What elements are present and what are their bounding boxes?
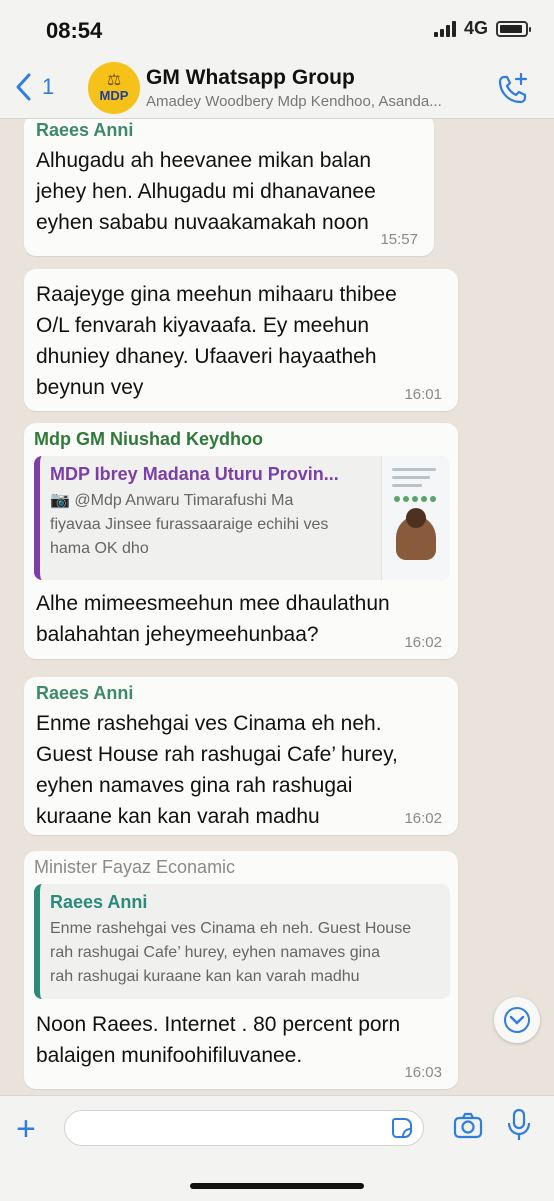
- message-bubble[interactable]: Raees Anni Alhugadu ah heevanee mikan ba…: [24, 119, 434, 256]
- chat-header: 1 ⚖ MDP GM Whatsapp Group Amadey Woodber…: [0, 60, 554, 119]
- microphone-icon[interactable]: [506, 1108, 532, 1142]
- message-line: Raajeyge gina meehun mihaaru thibee: [36, 283, 397, 306]
- quoted-line: rah rashugai kuraane kan kan varah madhu: [50, 968, 360, 985]
- camera-icon[interactable]: [452, 1110, 484, 1142]
- quoted-line: rah rashugai Cafe’ hurey, eyhen namaves …: [50, 944, 380, 961]
- message-sender: Raees Anni: [36, 683, 134, 703]
- quoted-sender: Raees Anni: [50, 892, 148, 912]
- message-line: dhuniey dhaney. Ufaaveri hayaatheh: [36, 345, 377, 368]
- attach-plus-icon[interactable]: +: [16, 1112, 36, 1146]
- chevron-down-icon: [504, 1007, 530, 1033]
- avatar-label: MDP: [99, 88, 129, 103]
- message-text: Alhe mimeesmeehun mee dhaulathun balahah…: [34, 588, 450, 650]
- quoted-line: Enme rashehgai ves Cinama eh neh. Guest …: [50, 920, 412, 937]
- message-line: Noon Raees. Internet . 80 percent porn: [36, 1013, 401, 1036]
- message-time: 15:57: [380, 231, 418, 248]
- unread-count: 1: [42, 74, 55, 99]
- group-title[interactable]: GM Whatsapp Group: [146, 66, 355, 90]
- quoted-sender: MDP Ibrey Madana Uturu Provin...: [50, 464, 339, 484]
- message-line: Guest House rah rashugai Cafe’ hurey,: [36, 743, 398, 766]
- status-time: 08:54: [46, 18, 103, 43]
- home-indicator: [190, 1183, 364, 1189]
- scroll-to-bottom-button[interactable]: [494, 997, 540, 1043]
- message-line: Alhugadu ah heevanee mikan balan: [36, 149, 372, 172]
- group-avatar[interactable]: ⚖ MDP: [88, 62, 140, 114]
- message-time: 16:02: [404, 810, 442, 827]
- message-bubble[interactable]: Mdp GM Niushad Keydhoo MDP Ibrey Madana …: [24, 423, 458, 659]
- quoted-message[interactable]: MDP Ibrey Madana Uturu Provin... 📷 @Mdp …: [34, 456, 450, 580]
- message-line: eyhen namaves gina rah rashugai: [36, 774, 353, 797]
- quoted-line: hama OK dho: [50, 540, 149, 557]
- scales-icon: ⚖: [106, 72, 122, 89]
- sticker-icon[interactable]: [391, 1117, 413, 1139]
- message-input[interactable]: [64, 1110, 424, 1146]
- back-button[interactable]: 1: [14, 72, 54, 102]
- message-time: 16:03: [404, 1064, 442, 1081]
- message-line: kuraane kan kan varah madhu: [36, 805, 320, 828]
- quoted-line: 📷 @Mdp Anwaru Timarafushi Ma: [50, 492, 294, 509]
- message-text: Raajeyge gina meehun mihaaru thibee O/L …: [36, 279, 446, 403]
- quoted-thumbnail: [381, 456, 450, 580]
- message-time: 16:02: [404, 634, 442, 651]
- signal-icon: [433, 20, 456, 37]
- chat-area[interactable]: Raees Anni Alhugadu ah heevanee mikan ba…: [0, 119, 554, 1095]
- network-type: 4G: [463, 18, 488, 38]
- message-time: 16:01: [404, 386, 442, 403]
- message-composer: +: [0, 1095, 554, 1201]
- battery-icon: [496, 20, 531, 37]
- message-line: jehey hen. Alhugadu mi dhanavanee: [36, 180, 376, 203]
- message-line: O/L fenvarah kiyavaafa. Ey meehun: [36, 314, 370, 337]
- message-line: beynun vey: [36, 376, 144, 399]
- message-sender: Raees Anni: [36, 120, 134, 140]
- quoted-message[interactable]: Raees Anni Enme rashehgai ves Cinama eh …: [34, 884, 450, 999]
- message-line: Enme rashehgai ves Cinama eh neh.: [36, 712, 382, 735]
- message-text: Enme rashehgai ves Cinama eh neh. Guest …: [36, 708, 446, 832]
- message-bubble[interactable]: Raajeyge gina meehun mihaaru thibee O/L …: [24, 269, 458, 411]
- message-sender: Minister Fayaz Econamic: [34, 857, 236, 877]
- message-line: balaigen munifoohifiluvanee.: [36, 1044, 303, 1067]
- chevron-left-icon: [16, 73, 31, 101]
- message-bubble[interactable]: Raees Anni Enme rashehgai ves Cinama eh …: [24, 677, 458, 835]
- message-text: Alhugadu ah heevanee mikan balan jehey h…: [36, 145, 422, 238]
- message-line: balahahtan jeheymeehunbaa?: [36, 623, 319, 646]
- message-line: eyhen sababu nuvaakamakah noon: [36, 211, 369, 234]
- message-sender: Mdp GM Niushad Keydhoo: [34, 429, 263, 449]
- status-indicators: 4G: [433, 18, 531, 39]
- message-text: Noon Raees. Internet . 80 percent porn b…: [34, 1009, 450, 1071]
- quoted-line: fiyavaa Jinsee furassaaraige echihi ves: [50, 516, 329, 533]
- group-members[interactable]: Amadey Woodbery Mdp Kendhoo, Asanda...: [146, 93, 456, 110]
- message-bubble[interactable]: Minister Fayaz Econamic Raees Anni Enme …: [24, 851, 458, 1089]
- camera-icon: 📷: [50, 492, 70, 509]
- status-bar: 08:54 4G: [0, 0, 554, 60]
- message-line: Alhe mimeesmeehun mee dhaulathun: [36, 592, 390, 615]
- add-call-icon[interactable]: [496, 72, 530, 106]
